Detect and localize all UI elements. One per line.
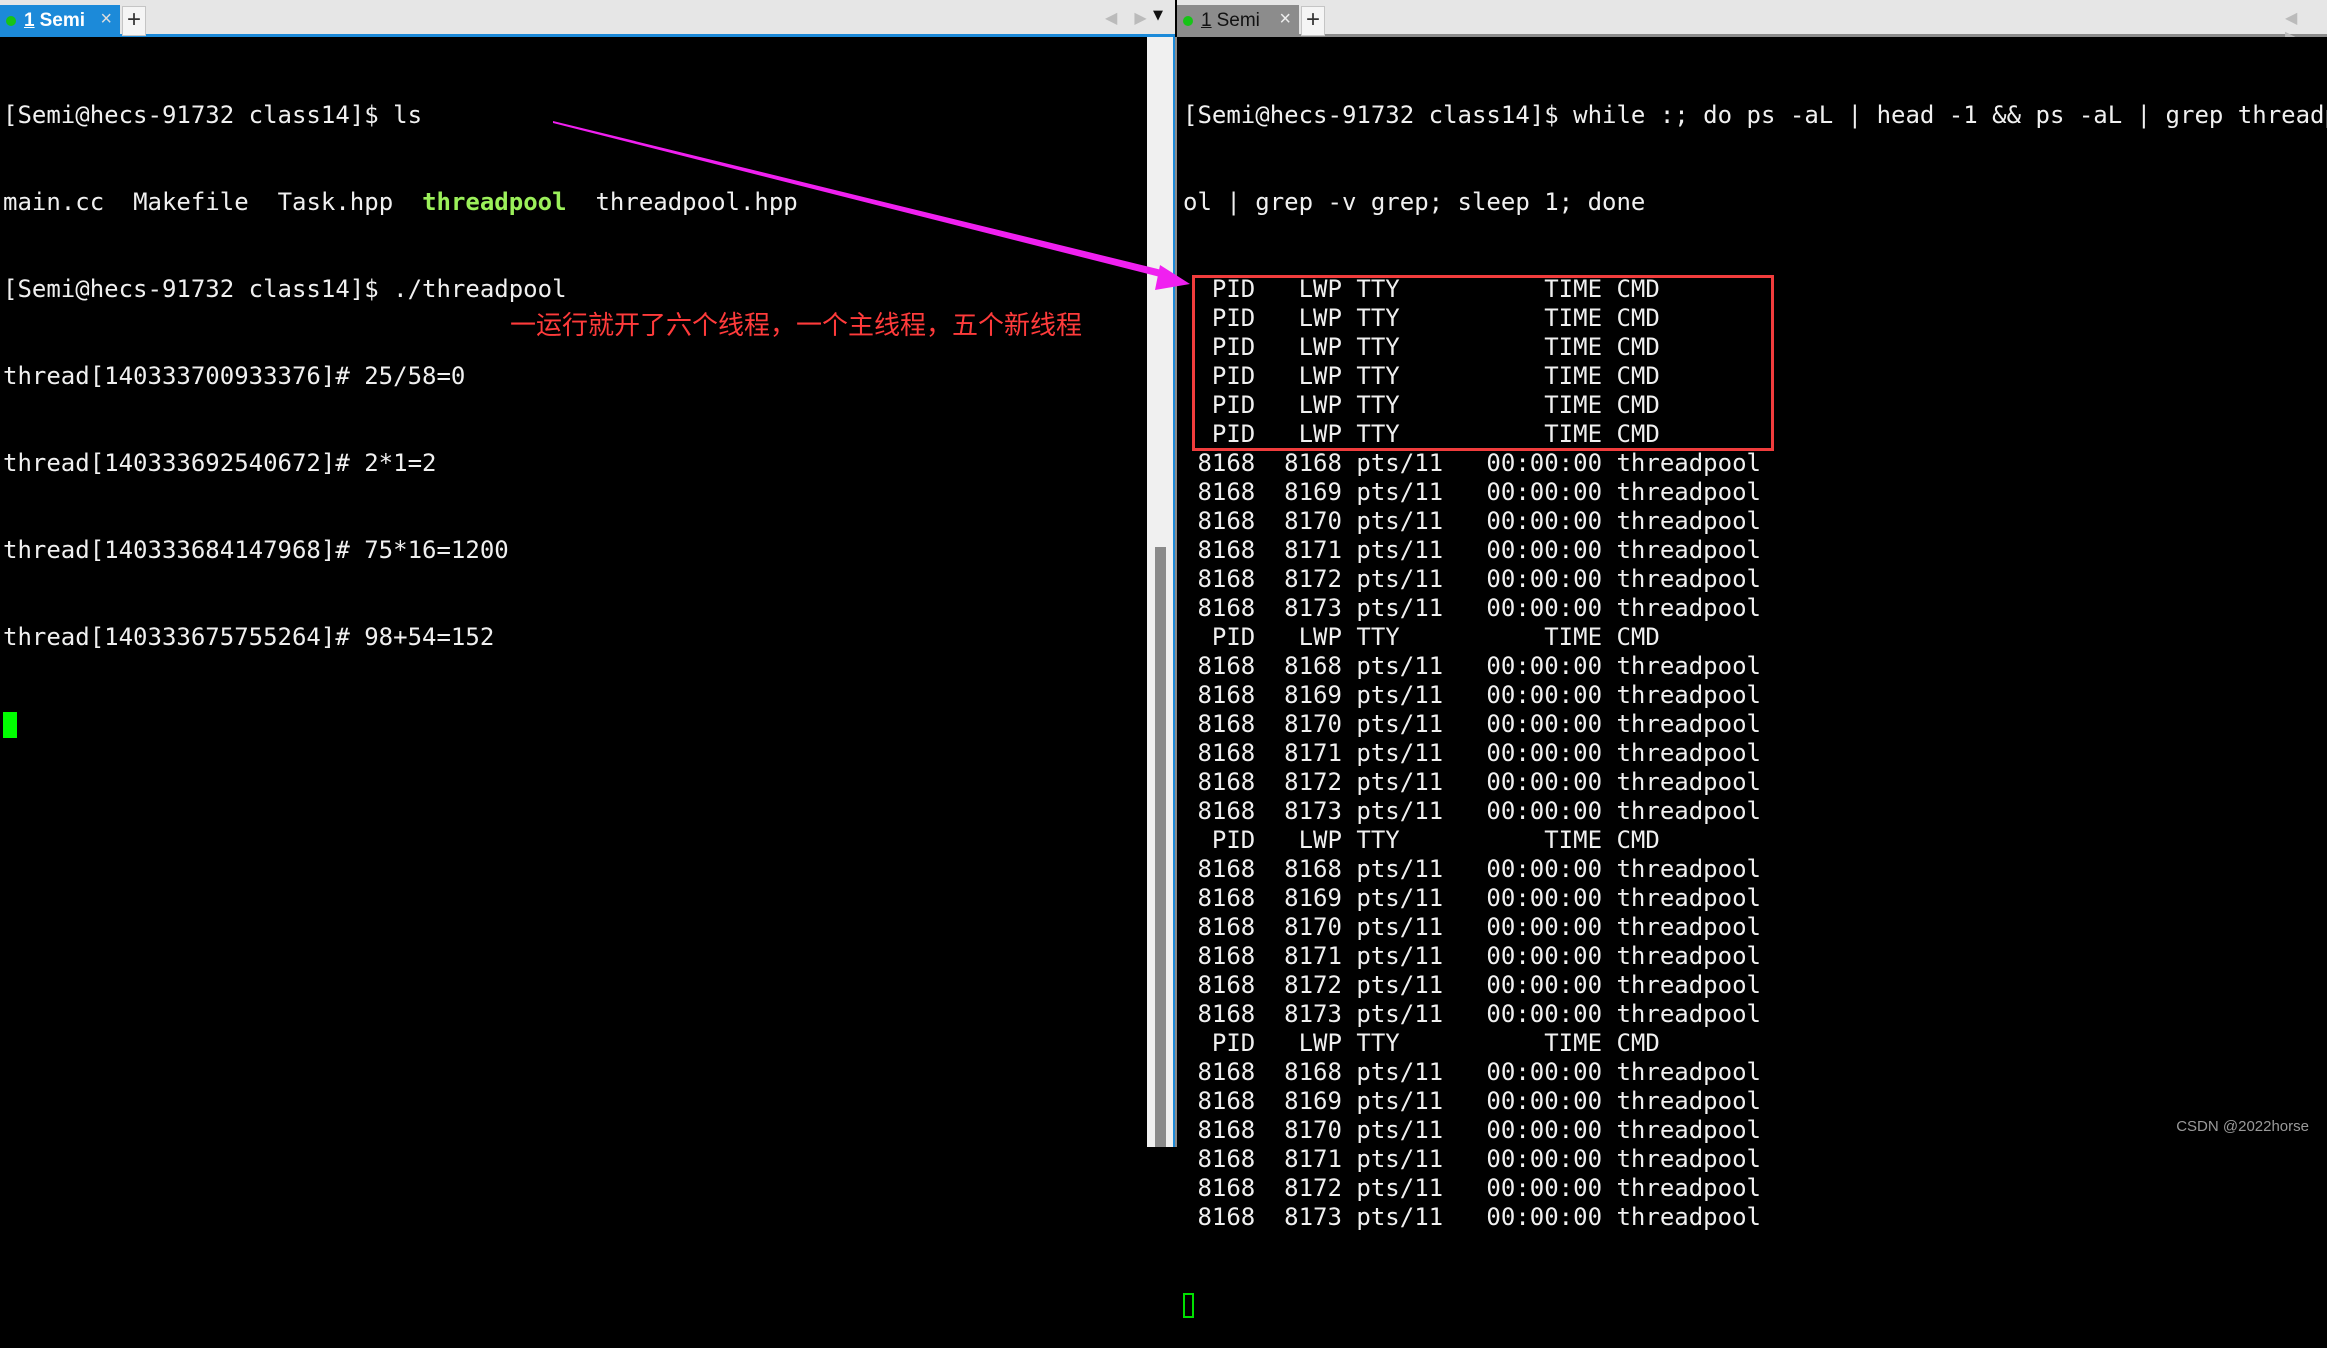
tab-semi-right[interactable]: 1 Semi × [1177,5,1299,37]
command-line-wrap: ol | grep -v grep; sleep 1; done [1183,188,1646,216]
ps-row: 8168 8169 pts/11 00:00:00 threadpool [1183,884,1761,912]
scrollbar-thumb[interactable] [1155,547,1166,1147]
ps-row: 8168 8168 pts/11 00:00:00 threadpool [1183,652,1761,680]
terminal-line: [Semi@hecs-91732 class14]$ ./threadpool [3,275,567,303]
ps-row: 8168 8172 pts/11 00:00:00 threadpool [1183,768,1761,796]
tab-label: Semi [1216,10,1260,31]
tab-label: Semi [39,10,85,31]
ps-row: 8168 8173 pts/11 00:00:00 threadpool [1183,1203,1761,1231]
left-terminal-output: [Semi@hecs-91732 class14]$ ls main.cc Ma… [3,43,798,768]
ps-row: 8168 8171 pts/11 00:00:00 threadpool [1183,1145,1761,1173]
ps-row: 8168 8169 pts/11 00:00:00 threadpool [1183,1087,1761,1115]
left-tab-bar: 1 Semi × + ◀ ▶ ▼ [0,0,1175,37]
new-tab-button[interactable]: + [1301,6,1325,36]
file-entry: threadpool [422,188,567,216]
ps-row: 8168 8172 pts/11 00:00:00 threadpool [1183,1174,1761,1202]
ls-output-line: main.cc Makefile Task.hpp threadpool thr… [3,188,798,217]
cursor-line [3,710,798,739]
close-tab-icon[interactable]: × [100,8,112,31]
ps-row: 8168 8170 pts/11 00:00:00 threadpool [1183,507,1761,535]
ps-header-line: PID LWP TTY TIME CMD [1183,1029,1660,1057]
ps-header-line: PID LWP TTY TIME CMD [1183,623,1660,651]
ps-row: 8168 8171 pts/11 00:00:00 threadpool [1183,942,1761,970]
watermark: CSDN @2022horse [2176,1118,2309,1135]
tab-semi-left[interactable]: 1 Semi × [0,5,120,37]
close-tab-icon[interactable]: × [1279,8,1291,31]
right-tab-bar: 1 Semi × + ◀ ▶ [1177,0,2327,46]
ps-row: 8168 8169 pts/11 00:00:00 threadpool [1183,681,1761,709]
ps-row: 8168 8173 pts/11 00:00:00 threadpool [1183,797,1761,825]
terminal-line: thread[140333692540672]# 2*1=2 [3,449,437,477]
annotation-text: 一运行就开了六个线程，一个主线程，五个新线程 [510,311,1083,341]
terminal-line: [Semi@hecs-91732 class14]$ ls [3,101,423,129]
ps-row: 8168 8168 pts/11 00:00:00 threadpool [1183,1058,1761,1086]
ps-row: 8168 8171 pts/11 00:00:00 threadpool [1183,536,1761,564]
ps-row: 8168 8170 pts/11 00:00:00 threadpool [1183,710,1761,738]
terminal-line: thread[140333675755264]# 98+54=152 [3,623,495,651]
tab-list-dropdown-icon[interactable]: ▼ [1153,8,1163,23]
ps-row: 8168 8173 pts/11 00:00:00 threadpool [1183,1000,1761,1028]
right-terminal-output: [Semi@hecs-91732 class14]$ while :; do p… [1183,43,2327,1348]
ps-row: 8168 8172 pts/11 00:00:00 threadpool [1183,565,1761,593]
cursor-line [1183,1290,2327,1319]
ps-row: 8168 8168 pts/11 00:00:00 threadpool [1183,855,1761,883]
terminal-cursor [3,712,17,738]
ps-row: 8168 8170 pts/11 00:00:00 threadpool [1183,1116,1761,1144]
ps-header-line: PID LWP TTY TIME CMD [1183,826,1660,854]
file-entry: Makefile [133,188,249,216]
ps-row: 8168 8171 pts/11 00:00:00 threadpool [1183,739,1761,767]
ps-row: 8168 8169 pts/11 00:00:00 threadpool [1183,478,1761,506]
highlight-box [1192,275,1774,451]
terminal-line: thread[140333700933376]# 25/58=0 [3,362,466,390]
file-entry: Task.hpp [277,188,394,216]
left-scrollbar[interactable] [1147,37,1173,1147]
ps-row: 8168 8173 pts/11 00:00:00 threadpool [1183,594,1761,622]
terminal-line: thread[140333684147968]# 75*16=1200 [3,536,509,564]
ps-row: 8168 8168 pts/11 00:00:00 threadpool [1183,449,1761,477]
command-line: [Semi@hecs-91732 class14]$ while :; do p… [1183,101,2327,129]
tab-scroll-arrows-icon[interactable]: ◀ ▶ [1105,8,1153,27]
ps-row: 8168 8170 pts/11 00:00:00 threadpool [1183,913,1761,941]
ps-row: 8168 8172 pts/11 00:00:00 threadpool [1183,971,1761,999]
tab-number: 1 [1201,10,1212,31]
file-entry: threadpool.hpp [595,188,798,216]
terminal-cursor [1183,1292,1194,1318]
new-tab-button[interactable]: + [122,6,146,36]
tab-number: 1 [24,10,35,31]
connection-status-icon [6,16,16,26]
file-entry: main.cc [3,188,105,216]
connection-status-icon [1183,16,1193,26]
